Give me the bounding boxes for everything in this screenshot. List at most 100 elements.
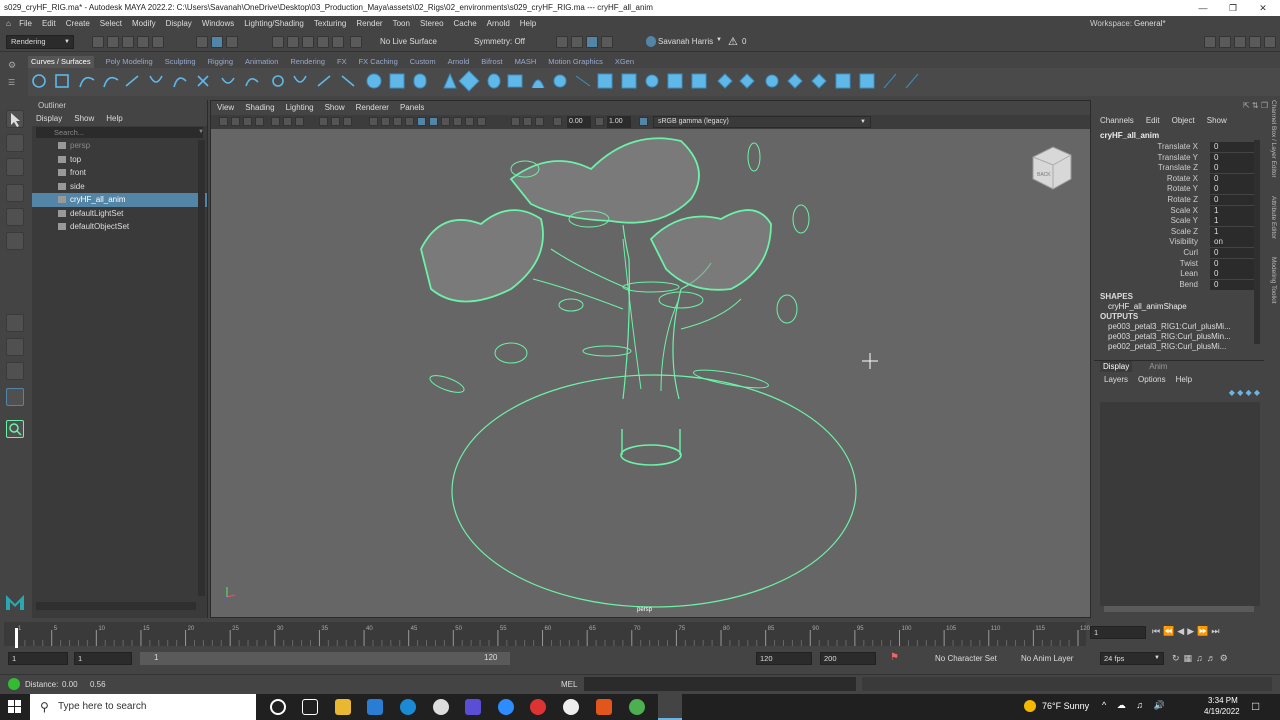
shelf-tab-curves-surfaces[interactable]: Curves / Surfaces [28,56,94,68]
xray-icon[interactable] [369,117,378,126]
side-tab[interactable]: Modeling Toolkit [1270,257,1277,304]
shelf-tab-sculpting[interactable]: Sculpting [165,56,196,68]
select-hierarchy-icon[interactable] [196,36,208,48]
channel-box-icon[interactable] [1264,36,1276,48]
ipr-render-icon[interactable] [586,36,598,48]
snap-surface-icon[interactable] [332,36,344,48]
channel-row[interactable]: Translate Y 0 [1094,152,1254,164]
channel-row[interactable]: Rotate Z 0 [1094,195,1254,206]
menu-render[interactable]: Render [356,19,382,28]
antialias-icon[interactable] [477,117,486,126]
isolate-select-icon[interactable] [429,117,438,126]
single-view-icon[interactable] [6,314,24,332]
home-icon[interactable]: ⌂ [6,19,11,28]
browser-icon[interactable] [433,699,449,715]
menu-windows[interactable]: Windows [202,19,234,28]
shelf-tab-fx[interactable]: FX [337,56,347,68]
menu-create[interactable]: Create [66,19,90,28]
channelbox-menu-edit[interactable]: Edit [1146,116,1160,125]
visual-studio-icon[interactable] [465,699,481,715]
outliner-item[interactable]: defaultObjectSet [32,220,207,234]
media-player-icon[interactable] [530,699,546,715]
clock-time[interactable]: 3:34 PM [1208,696,1238,705]
output-item[interactable]: pe003_petal3_RIG1:Curl_plusMi... [1108,322,1252,332]
chrome-alt-icon[interactable] [563,699,579,715]
outliner-hscrollbar[interactable] [36,602,196,610]
film-gate-icon[interactable] [283,117,292,126]
channel-value[interactable]: 0 [1210,163,1254,174]
channel-value[interactable]: 1 [1210,216,1254,227]
mail-icon[interactable] [367,699,383,715]
open-scene-icon[interactable] [107,36,119,48]
four-view-icon[interactable] [6,338,24,356]
viewport-menu-shading[interactable]: Shading [245,103,274,112]
viewport-menu-view[interactable]: View [217,103,234,112]
menu-edit[interactable]: Edit [42,19,56,28]
menu-lighting-shading[interactable]: Lighting/Shading [244,19,304,28]
end-frame-field[interactable]: 200 [820,652,876,665]
select-component-icon[interactable] [226,36,238,48]
channel-value[interactable]: 1 [1210,226,1254,237]
camera-attr-icon[interactable] [231,117,240,126]
menu-toon[interactable]: Toon [393,19,410,28]
shelf-tab-bifrost[interactable]: Bifrost [481,56,502,68]
edge-icon[interactable] [400,699,416,715]
layer-tab-display[interactable]: Display [1100,361,1133,372]
notifications-icon[interactable]: □ [1252,699,1259,713]
channelbox-window-icons[interactable]: ⇱ ⇅ ❐ [1228,101,1268,111]
symmetry-label[interactable]: Symmetry: Off [474,37,525,46]
shelf-menu-icon[interactable]: ☰ [8,78,22,88]
viewport-menu-lighting[interactable]: Lighting [286,103,314,112]
xray-joints-icon[interactable] [441,117,450,126]
color-space-dropdown[interactable]: sRGB gamma (legacy) ▼ [653,116,871,128]
auto-key-icon[interactable]: ⚑ [890,652,899,663]
channel-row[interactable]: Translate Z 0 [1094,163,1254,174]
view-cube[interactable]: BACK [1032,146,1072,190]
attribute-editor-icon[interactable] [1234,36,1246,48]
side-tab[interactable]: Channel Box / Layer Editor [1270,100,1277,178]
outliner-menu-help[interactable]: Help [106,114,122,123]
gamma-value[interactable]: 1.00 [607,116,631,128]
menu-help[interactable]: Help [520,19,536,28]
render-settings-icon[interactable] [601,36,613,48]
outliner-item[interactable]: side [32,180,207,194]
gamma-icon[interactable] [595,117,604,126]
outliner-item[interactable]: defaultLightSet [32,207,207,221]
scene-view[interactable]: BACK persp [211,129,1091,618]
warning-icon[interactable]: ⚠ [728,35,738,48]
zoom-search-icon[interactable] [6,420,24,438]
lasso-tool-icon[interactable] [6,134,24,152]
channel-row[interactable]: Twist 0 [1094,258,1254,270]
channel-value[interactable]: 0 [1210,152,1254,163]
channel-row[interactable]: Scale X 1 [1094,205,1254,217]
channelbox-scrollbar[interactable] [1254,140,1260,344]
side-tab[interactable]: Attribute Editor [1270,196,1277,239]
workspace-select[interactable]: General* [1134,16,1166,32]
outliner-item[interactable]: persp [32,139,207,153]
shelf-tab-motion-graphics[interactable]: Motion Graphics [548,56,603,68]
shelf-tab-xgen[interactable]: XGen [615,56,634,68]
shelf-settings-icon[interactable]: ⚙ [8,60,16,71]
channelbox-object-name[interactable]: cryHF_all_anim [1100,131,1159,140]
maya-taskbar-icon[interactable] [658,694,682,720]
time-ruler[interactable]: 1 5 10 15 20 25 30 35 40 45 50 55 60 65 70 75 80 85 90 95 10… [0,620,1090,650]
exposure-icon[interactable] [553,117,562,126]
redo-icon[interactable] [152,36,164,48]
output-item[interactable]: pe003_petal3_RIG:Curl_plusMin... [1108,332,1252,342]
weather-text[interactable]: 76°F Sunny [1042,701,1089,711]
save-scene-icon[interactable] [122,36,134,48]
outliner-scrollbar[interactable] [198,140,205,596]
shelf-tab-custom[interactable]: Custom [410,56,436,68]
script-language[interactable]: MEL [561,680,577,689]
wireframe-on-shaded-icon[interactable] [417,117,426,126]
system-tray-icons[interactable]: ^ ☁ ♫ 🔊 [1102,700,1198,714]
exposure-value[interactable]: 0.00 [567,116,591,128]
shelf-tab-animation[interactable]: Animation [245,56,278,68]
menu-cache[interactable]: Cache [454,19,477,28]
channel-value[interactable]: 0 [1210,173,1254,184]
channelbox-menu-object[interactable]: Object [1172,116,1195,125]
menu-arnold[interactable]: Arnold [487,19,510,28]
undo-icon[interactable] [137,36,149,48]
channel-value[interactable]: 0 [1210,195,1254,205]
close-icon[interactable]: ✕ [1248,0,1278,16]
